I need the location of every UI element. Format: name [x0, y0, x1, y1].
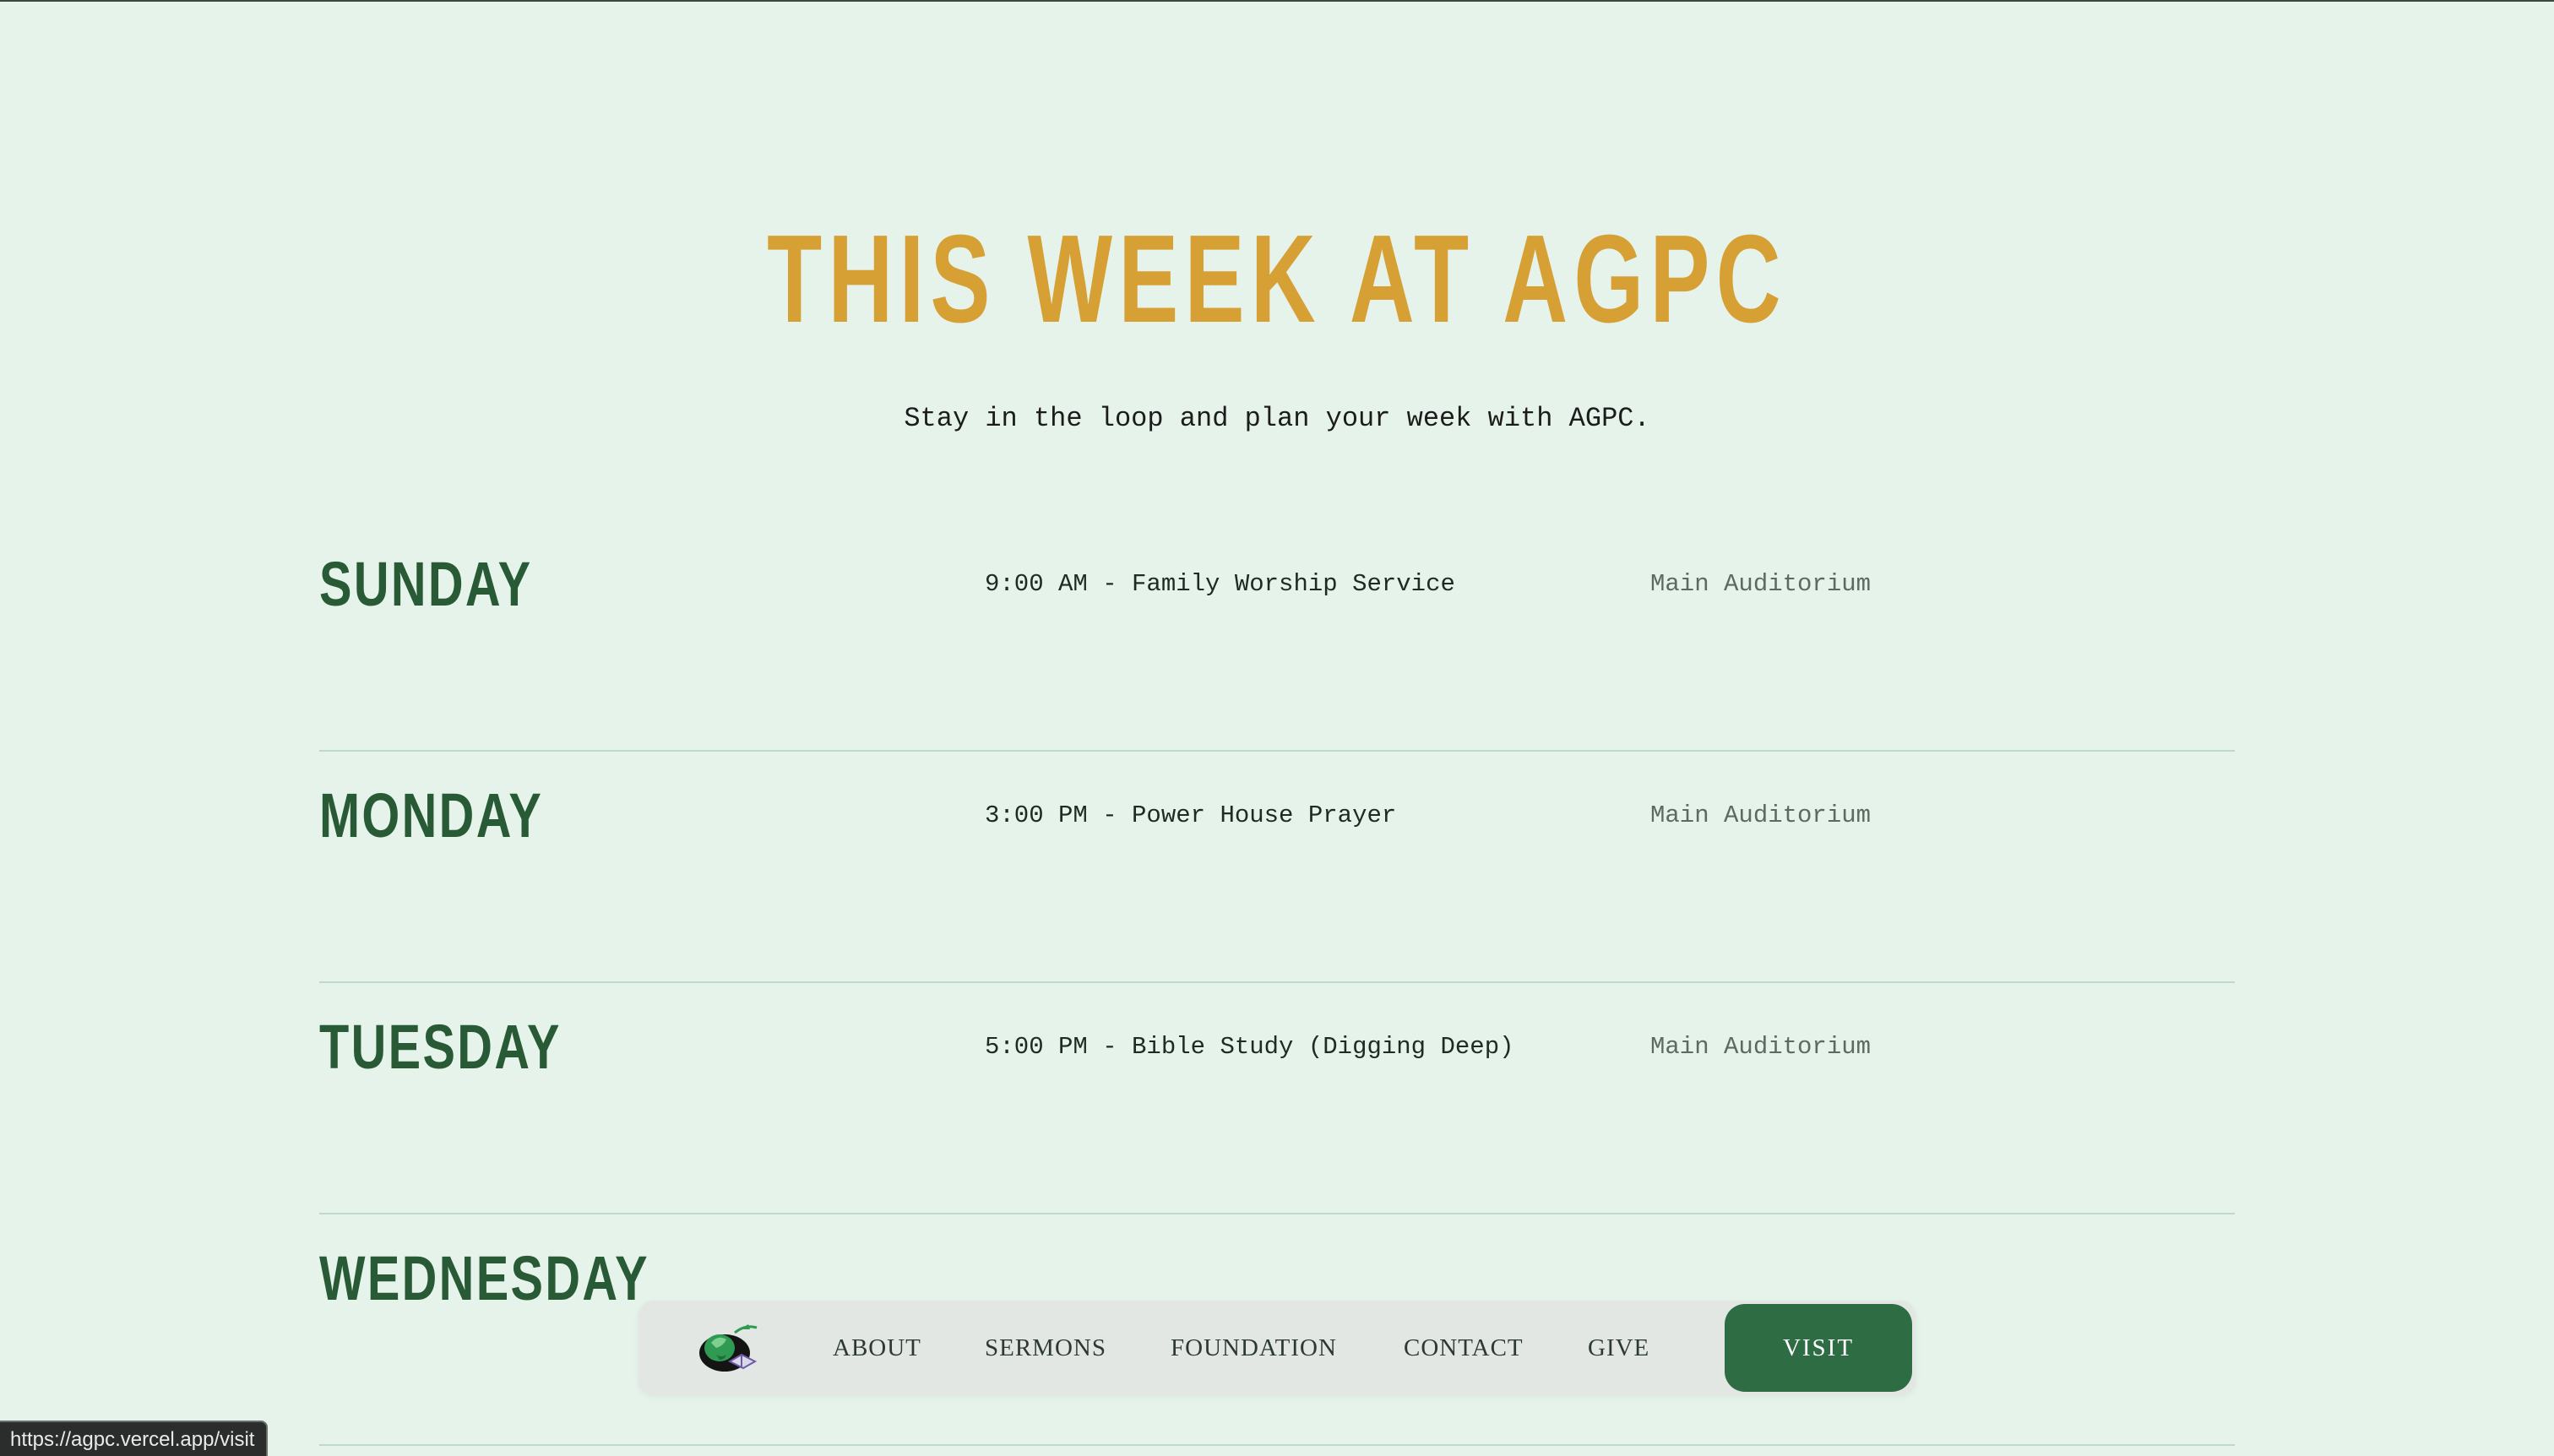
page-subtitle: Stay in the loop and plan your week with… [904, 403, 1650, 434]
event-location: Main Auditorium [1650, 570, 1872, 598]
floating-nav-bar: ABOUT SERMONS FOUNDATION CONTACT GIVE VI… [638, 1301, 1916, 1395]
day-label: MONDAY [319, 780, 544, 850]
nav-link-contact[interactable]: CONTACT [1404, 1301, 1524, 1395]
event-time-title: 3:00 PM - Power House Prayer [985, 801, 1397, 829]
nav-link-sermons[interactable]: SERMONS [985, 1301, 1106, 1395]
schedule-row-sunday: SUNDAY 9:00 AM - Family Worship Service … [319, 520, 2235, 752]
agpc-globe-logo-icon[interactable] [691, 1317, 765, 1378]
event-time-title: 9:00 AM - Family Worship Service [985, 570, 1455, 598]
day-label: SUNDAY [319, 549, 533, 619]
nav-link-give[interactable]: GIVE [1588, 1301, 1649, 1395]
visit-button[interactable]: VISIT [1725, 1304, 1912, 1392]
event-location: Main Auditorium [1650, 801, 1872, 829]
globe-bible-icon [699, 1324, 758, 1372]
event-location: Main Auditorium [1650, 1033, 1872, 1061]
schedule-row-tuesday: TUESDAY 5:00 PM - Bible Study (Digging D… [319, 983, 2235, 1214]
top-border [0, 0, 2554, 2]
day-label: WEDNESDAY [319, 1243, 649, 1313]
nav-link-about[interactable]: ABOUT [833, 1301, 921, 1395]
day-label: TUESDAY [319, 1012, 562, 1082]
page-title: THIS WEEK AT AGPC [767, 209, 1787, 349]
schedule-row-monday: MONDAY 3:00 PM - Power House Prayer Main… [319, 752, 2235, 983]
event-time-title: 5:00 PM - Bible Study (Digging Deep) [985, 1033, 1514, 1061]
nav-link-foundation[interactable]: FOUNDATION [1171, 1301, 1337, 1395]
status-bar-url: https://agpc.vercel.app/visit [0, 1421, 269, 1456]
